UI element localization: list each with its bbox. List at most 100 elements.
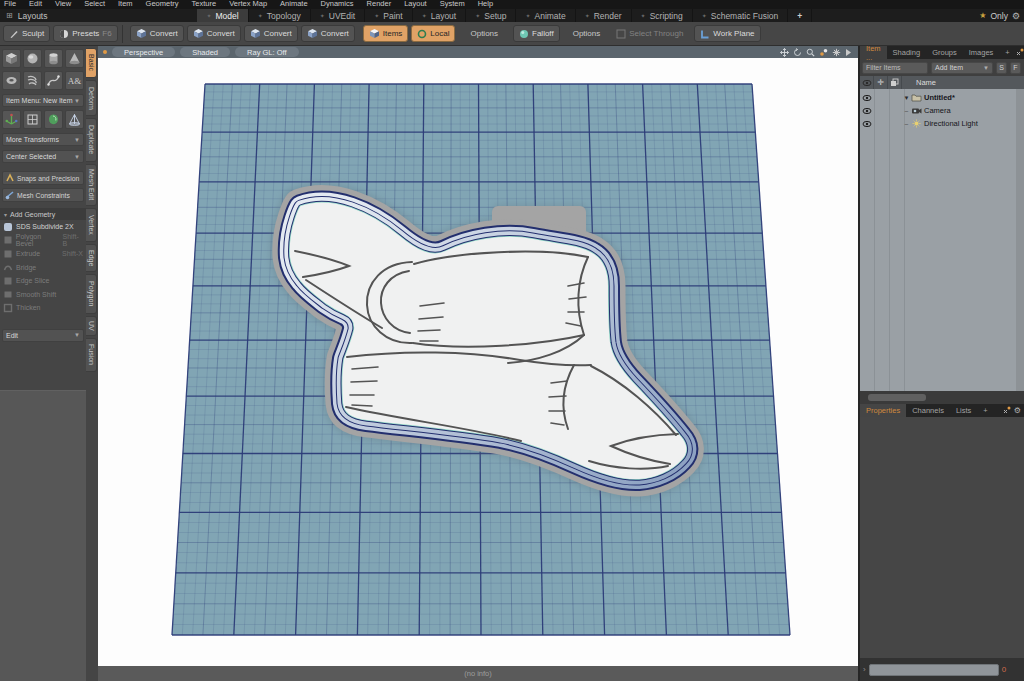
vtab-fusion[interactable]: Fusion	[86, 338, 97, 372]
menu-animate[interactable]: Animate	[280, 0, 308, 9]
add-item-dropdown[interactable]: Add Item▼	[931, 62, 993, 74]
tab-model[interactable]: ✦Model	[197, 9, 248, 22]
tab-lists[interactable]: Lists	[950, 404, 977, 417]
primitive-cylinder-button[interactable]	[44, 49, 63, 68]
tab-add-button[interactable]: +	[788, 9, 812, 22]
menu-help[interactable]: Help	[478, 0, 493, 9]
work-plane-button[interactable]: Work Plane	[694, 25, 760, 42]
vtab-vertex[interactable]: Vertex	[86, 208, 97, 242]
text-tool-button[interactable]: A&	[65, 71, 84, 90]
tool-polygon-bevel[interactable]: Polygon BevelShift-B	[0, 234, 86, 248]
menu-edit[interactable]: Edit	[29, 0, 42, 9]
tab-scripting[interactable]: ✦Scripting	[632, 9, 693, 22]
command-input[interactable]	[869, 664, 999, 676]
vtab-edge[interactable]: Edge	[86, 244, 97, 272]
menu-view[interactable]: View	[55, 0, 71, 9]
convert-button-4[interactable]: Convert	[301, 25, 355, 42]
menu-select[interactable]: Select	[84, 0, 105, 9]
filter-items-input[interactable]	[862, 62, 928, 74]
tab-item-list[interactable]: Item ...	[860, 46, 887, 59]
menu-vertex-map[interactable]: Vertex Map	[229, 0, 267, 9]
layouts-label[interactable]: Layouts	[18, 11, 48, 21]
primitive-torus-button[interactable]	[2, 71, 21, 90]
falloff-options-button[interactable]: Options	[568, 25, 606, 42]
vtab-mesh-edit[interactable]: Mesh Edit	[86, 164, 97, 206]
vtab-duplicate[interactable]: Duplicate	[86, 118, 97, 162]
item-row-untitled[interactable]: ▼ Untitled*	[860, 91, 1016, 104]
tool-sds-subdivide[interactable]: SDS Subdivide 2X	[0, 220, 86, 234]
rotate-icon[interactable]	[793, 48, 802, 57]
menu-file[interactable]: File	[4, 0, 16, 9]
mesh-constraints-button[interactable]: Mesh Constraints	[2, 188, 84, 202]
viewport-tab-shaded[interactable]: Shaded	[180, 47, 230, 57]
items-mode-button[interactable]: Items	[363, 25, 409, 42]
tab-channels[interactable]: Channels	[906, 404, 950, 417]
tab-images[interactable]: Images	[963, 46, 1000, 59]
layouts-grid-icon[interactable]: ⊞	[6, 11, 13, 20]
tab-animate[interactable]: ✦Animate	[516, 9, 575, 22]
viewport-canvas[interactable]	[98, 58, 858, 666]
vtab-deform[interactable]: Deform	[86, 80, 97, 116]
zoom-icon[interactable]	[806, 48, 815, 57]
eye-icon[interactable]	[862, 107, 872, 115]
center-selected-dropdown[interactable]: Center Selected▼	[2, 150, 84, 163]
select-through-button[interactable]: Select Through	[611, 25, 688, 42]
disclosure-triangle[interactable]: ▼	[902, 95, 911, 101]
falloff-button[interactable]: Falloff	[513, 25, 560, 42]
popout-icon[interactable]	[1016, 48, 1024, 56]
s-button[interactable]: S	[996, 62, 1007, 74]
convert-button-1[interactable]: Convert	[130, 25, 184, 42]
pan-icon[interactable]	[780, 48, 789, 57]
convert-button-2[interactable]: Convert	[187, 25, 241, 42]
viewport-tab-perspective[interactable]: Perspective	[112, 47, 175, 57]
tab-setup[interactable]: ✦Setup	[466, 9, 516, 22]
primitive-cube-button[interactable]	[2, 49, 21, 68]
item-menu-dropdown[interactable]: Item Menu: New Item▼	[2, 94, 84, 107]
menu-render[interactable]: Render	[367, 0, 392, 9]
menu-dynamics[interactable]: Dynamics	[321, 0, 354, 9]
tool-smooth-shift[interactable]: Smooth Shift	[0, 288, 86, 302]
local-mode-button[interactable]: Local	[411, 25, 455, 42]
menu-layout[interactable]: Layout	[404, 0, 427, 9]
eye-icon[interactable]	[862, 94, 872, 102]
menu-system[interactable]: System	[440, 0, 465, 9]
tab-properties[interactable]: Properties	[860, 404, 906, 417]
tab-uvedit[interactable]: ✦UVEdit	[311, 9, 366, 22]
add-geometry-header[interactable]: ▾Add Geometry	[0, 208, 86, 220]
link-icon[interactable]	[819, 48, 828, 57]
eye-icon[interactable]	[862, 120, 872, 128]
convert-button-3[interactable]: Convert	[244, 25, 298, 42]
settings-gear-icon[interactable]: ⚙	[1012, 11, 1020, 21]
item-list-scrollbar[interactable]	[1016, 89, 1024, 391]
curve-tool-button[interactable]	[44, 71, 63, 90]
item-row-directional-light[interactable]: ‒ Directional Light	[860, 117, 1016, 130]
presets-button[interactable]: PresetsF6	[53, 25, 117, 42]
primitive-cone-button[interactable]	[65, 49, 84, 68]
tab-schematic-fusion[interactable]: ✦Schematic Fusion	[693, 9, 789, 22]
gear-icon[interactable]: ⚙	[1014, 406, 1021, 415]
item-row-camera[interactable]: ‒ Camera	[860, 104, 1016, 117]
wire-cone-button[interactable]	[65, 110, 84, 129]
transform-gizmo-button[interactable]	[2, 110, 21, 129]
primitive-sphere-button[interactable]	[23, 49, 42, 68]
popout-icon[interactable]	[1003, 406, 1011, 414]
vtab-uv[interactable]: UV	[86, 316, 97, 336]
tab-add[interactable]: +	[999, 46, 1015, 59]
subdivide-cube-button[interactable]	[23, 110, 42, 129]
tool-thicken[interactable]: Thicken	[0, 301, 86, 315]
menu-geometry[interactable]: Geometry	[146, 0, 179, 9]
tool-edge-slice[interactable]: Edge Slice	[0, 274, 86, 288]
viewport-3d[interactable]: Perspective Shaded Ray GL: Off	[98, 46, 858, 666]
tab-shading[interactable]: Shading	[887, 46, 927, 59]
f-button[interactable]: F	[1010, 62, 1021, 74]
vtab-polygon[interactable]: Polygon	[86, 274, 97, 314]
tool-bridge[interactable]: Bridge	[0, 261, 86, 275]
menu-item[interactable]: Item	[118, 0, 133, 9]
tool-extrude[interactable]: ExtrudeShift-X	[0, 247, 86, 261]
snaps-precision-button[interactable]: Snaps and Precision	[2, 171, 84, 185]
tab-paint[interactable]: ✦Paint	[365, 9, 412, 22]
edit-dropdown[interactable]: Edit▼	[2, 329, 84, 342]
falloff-blob-button[interactable]	[44, 110, 63, 129]
tab-topology[interactable]: ✦Topology	[249, 9, 311, 22]
tab-props-add[interactable]: +	[977, 404, 993, 417]
